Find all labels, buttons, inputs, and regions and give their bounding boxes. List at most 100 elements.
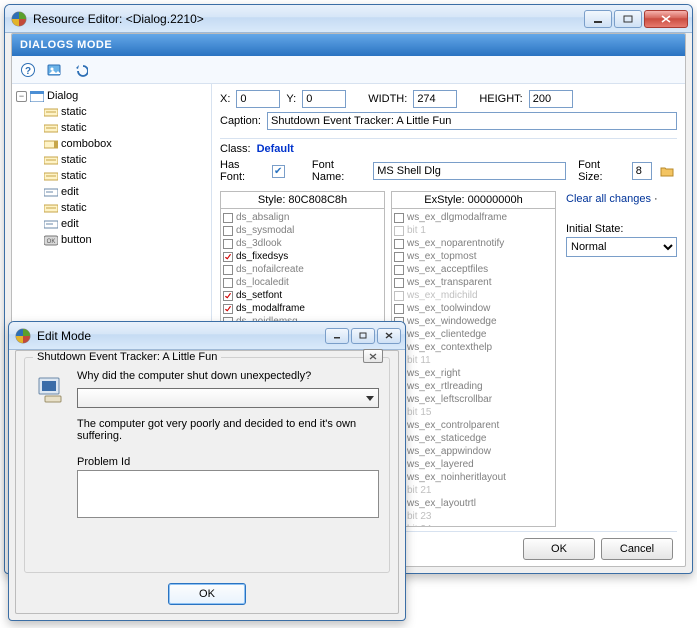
popup-close-button[interactable] <box>377 328 401 344</box>
initial-state-select[interactable]: Normal <box>566 237 677 257</box>
exstyle-item[interactable]: bit 23 <box>394 510 553 523</box>
ok-button[interactable]: OK <box>523 538 595 560</box>
group-close-icon[interactable] <box>363 349 383 363</box>
reason-dropdown[interactable] <box>77 388 379 408</box>
exstyle-item[interactable]: ws_ex_windowedge <box>394 315 553 328</box>
popup-window: Edit Mode Shutdown Event Tracker: A Litt… <box>8 321 406 621</box>
exstyle-item[interactable]: bit 21 <box>394 484 553 497</box>
exstyle-item[interactable]: ws_ex_layered <box>394 458 553 471</box>
main-titlebar[interactable]: Resource Editor: <Dialog.2210> <box>5 5 692 33</box>
tree-item[interactable]: static <box>14 104 209 120</box>
exstyle-item[interactable]: ws_ex_right <box>394 367 553 380</box>
svg-text:?: ? <box>25 66 31 77</box>
tree-item[interactable]: static <box>14 200 209 216</box>
exstyle-item[interactable]: bit 24 <box>394 523 553 526</box>
exstyle-item[interactable]: ws_ex_layoutrtl <box>394 497 553 510</box>
style-item[interactable]: ds_setfont <box>223 289 382 302</box>
style-item[interactable]: ds_nofailcreate <box>223 263 382 276</box>
folder-icon[interactable] <box>658 161 677 181</box>
w-input[interactable] <box>413 90 457 108</box>
exstyle-item[interactable]: ws_ex_noinheritlayout <box>394 471 553 484</box>
popup-title: Edit Mode <box>37 329 325 343</box>
close-button[interactable] <box>644 10 688 28</box>
exstyle-item[interactable]: ws_ex_dlgmodalframe <box>394 211 553 224</box>
exstyle-list: ExStyle: 00000000h ws_ex_dlgmodalframebi… <box>391 191 556 527</box>
exstyle-item[interactable]: ws_ex_mdichild <box>394 289 553 302</box>
popup-max-button[interactable] <box>351 328 375 344</box>
tree-item[interactable]: edit <box>14 216 209 232</box>
exstyle-item[interactable]: ws_ex_topmost <box>394 250 553 263</box>
tree-item[interactable]: OKbutton <box>14 232 209 248</box>
checkbox-icon <box>223 265 233 275</box>
popup-titlebar[interactable]: Edit Mode <box>9 322 405 350</box>
popup-min-button[interactable] <box>325 328 349 344</box>
x-input[interactable] <box>236 90 280 108</box>
exstyle-item[interactable]: bit 15 <box>394 406 553 419</box>
exstyle-item[interactable]: ws_ex_staticedge <box>394 432 553 445</box>
h-label: HEIGHT: <box>479 93 522 105</box>
tree-item[interactable]: combobox <box>14 136 209 152</box>
message-label: The computer got very poorly and decided… <box>77 418 379 442</box>
side-col: Clear all changes · Initial State: Norma… <box>562 191 677 527</box>
caption-input[interactable] <box>267 112 677 130</box>
tree-item[interactable]: static <box>14 120 209 136</box>
exstyle-item[interactable]: ws_ex_appwindow <box>394 445 553 458</box>
tree-item[interactable]: static <box>14 152 209 168</box>
style-item[interactable]: ds_3dlook <box>223 237 382 250</box>
group-box: Shutdown Event Tracker: A Little Fun Why… <box>24 357 390 573</box>
checkbox-icon <box>223 252 233 262</box>
fontname-input[interactable] <box>373 162 566 180</box>
popup-ok-button[interactable]: OK <box>168 583 246 605</box>
y-input[interactable] <box>302 90 346 108</box>
image-icon[interactable] <box>44 60 64 80</box>
style-item[interactable]: ds_sysmodal <box>223 224 382 237</box>
tree-item[interactable]: static <box>14 168 209 184</box>
help-icon[interactable]: ? <box>18 60 38 80</box>
x-label: X: <box>220 93 230 105</box>
style-item[interactable]: ds_localedit <box>223 276 382 289</box>
question-label: Why did the computer shut down unexpecte… <box>77 370 379 382</box>
cancel-button[interactable]: Cancel <box>601 538 673 560</box>
exstyle-item[interactable]: ws_ex_leftscrollbar <box>394 393 553 406</box>
exstyle-item[interactable]: ws_ex_contexthelp <box>394 341 553 354</box>
exstyle-item[interactable]: ws_ex_toolwindow <box>394 302 553 315</box>
popup-body: Shutdown Event Tracker: A Little Fun Why… <box>15 350 399 614</box>
expand-icon[interactable]: − <box>16 91 27 102</box>
problem-id-input[interactable] <box>77 470 379 518</box>
y-label: Y: <box>286 93 296 105</box>
combobox-icon <box>44 139 58 150</box>
style-item[interactable]: ds_modalframe <box>223 302 382 315</box>
checkbox-icon <box>223 239 233 249</box>
max-button[interactable] <box>614 10 642 28</box>
edit-icon <box>44 219 58 230</box>
checkbox-icon <box>223 213 233 223</box>
caption-label: Caption: <box>220 115 261 127</box>
initial-state-label: Initial State: <box>566 223 677 235</box>
style-item[interactable]: ds_fixedsys <box>223 250 382 263</box>
mode-bar: DIALOGS MODE <box>12 34 685 56</box>
checkbox-icon <box>223 226 233 236</box>
h-input[interactable] <box>529 90 573 108</box>
checkbox-icon <box>394 213 404 223</box>
hasfont-check[interactable]: ✔ <box>272 165 285 178</box>
style-item[interactable]: ds_absalign <box>223 211 382 224</box>
checkbox-icon <box>394 265 404 275</box>
exstyle-item[interactable]: ws_ex_transparent <box>394 276 553 289</box>
tree-item[interactable]: edit <box>14 184 209 200</box>
exstyle-item[interactable]: ws_ex_acceptfiles <box>394 263 553 276</box>
tree-root[interactable]: − Dialog <box>14 88 209 104</box>
checkbox-icon <box>394 252 404 262</box>
min-button[interactable] <box>584 10 612 28</box>
exstyle-item[interactable]: ws_ex_controlparent <box>394 419 553 432</box>
class-label: Class: <box>220 143 251 155</box>
exstyle-item[interactable]: bit 1 <box>394 224 553 237</box>
chevron-down-icon <box>366 396 374 401</box>
exstyle-item[interactable]: ws_ex_noparentnotify <box>394 237 553 250</box>
undo-icon[interactable] <box>70 60 90 80</box>
fontsize-input[interactable] <box>632 162 652 180</box>
exstyle-item[interactable]: bit 11 <box>394 354 553 367</box>
clear-changes-link[interactable]: Clear all changes <box>566 193 651 205</box>
exstyle-item[interactable]: ws_ex_clientedge <box>394 328 553 341</box>
class-value[interactable]: Default <box>257 143 294 155</box>
exstyle-item[interactable]: ws_ex_rtlreading <box>394 380 553 393</box>
